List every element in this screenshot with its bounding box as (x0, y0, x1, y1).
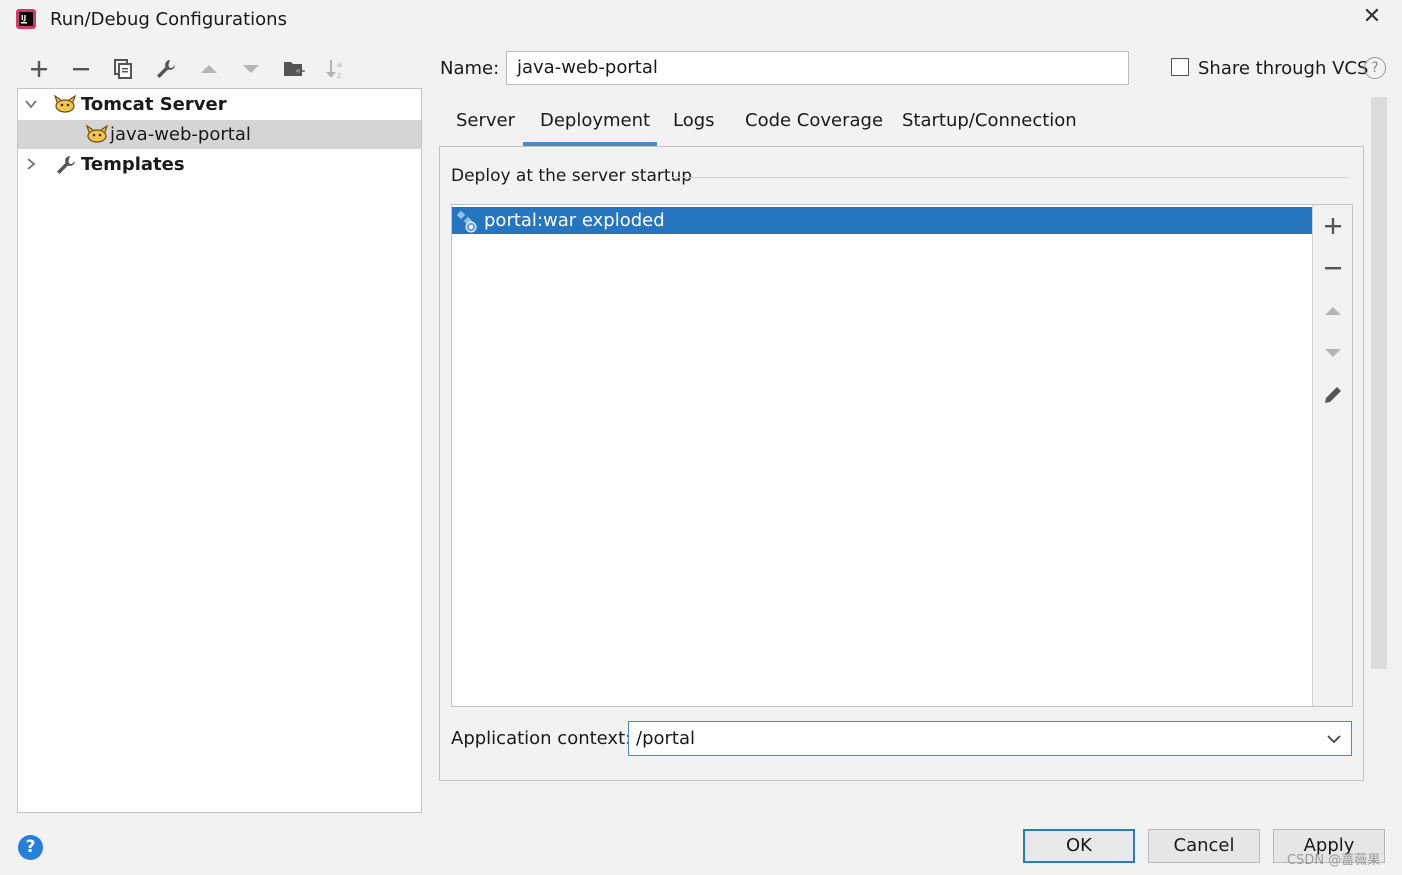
chevron-right-icon[interactable] (24, 155, 38, 176)
copy-icon (114, 59, 132, 79)
tab-server[interactable]: Server (456, 110, 515, 131)
add-artifact-button[interactable] (1321, 214, 1345, 238)
tab-deployment[interactable]: Deployment (540, 110, 650, 131)
deployment-list[interactable] (452, 205, 1313, 706)
add-configuration-button[interactable] (26, 56, 52, 82)
tree-item-label: java-web-portal (110, 124, 251, 145)
app-context-label: Application context: (451, 728, 632, 749)
share-vcs-label[interactable]: Share through VCS (1198, 58, 1368, 79)
remove-artifact-button[interactable] (1321, 256, 1345, 280)
triangle-down-icon (1325, 349, 1341, 357)
new-folder-button[interactable] (281, 56, 307, 82)
remove-configuration-button[interactable] (68, 56, 94, 82)
ok-button[interactable]: OK (1023, 829, 1135, 863)
configuration-tree[interactable]: Tomcat Server java-web-portal Templates (17, 88, 422, 813)
wrench-icon (157, 60, 175, 78)
help-button[interactable]: ? (18, 835, 43, 860)
svg-text:IJ: IJ (21, 14, 26, 22)
tree-item-templates[interactable]: Templates (18, 150, 421, 179)
pencil-icon (1325, 387, 1341, 403)
tree-item-tomcat-server[interactable]: Tomcat Server (18, 90, 421, 119)
move-artifact-up-button[interactable] (1321, 299, 1345, 323)
svg-text:z: z (337, 71, 341, 80)
tree-item-label: Templates (81, 154, 185, 175)
tree-item-java-web-portal[interactable]: java-web-portal (18, 120, 421, 149)
tab-logs[interactable]: Logs (673, 110, 715, 131)
minus-icon (73, 68, 89, 71)
plus-icon (31, 61, 47, 77)
chevron-down-icon[interactable] (24, 95, 38, 116)
move-artifact-down-button[interactable] (1321, 341, 1345, 365)
name-input[interactable]: java-web-portal (506, 51, 1129, 85)
tree-item-label: Tomcat Server (81, 94, 227, 115)
tomcat-icon (53, 94, 77, 119)
chevron-down-icon[interactable] (1324, 729, 1344, 749)
window-title: Run/Debug Configurations (50, 9, 287, 30)
edit-templates-button[interactable] (153, 56, 179, 82)
sort-alphabetically-button[interactable]: az (323, 56, 349, 82)
triangle-up-icon (201, 65, 217, 73)
move-up-button[interactable] (196, 56, 222, 82)
help-icon[interactable]: ? (1364, 57, 1386, 79)
edit-artifact-button[interactable] (1321, 383, 1345, 407)
tab-code-coverage[interactable]: Code Coverage (745, 110, 883, 131)
intellij-app-icon: IJ (16, 9, 36, 29)
triangle-down-icon (243, 65, 259, 73)
section-title: Deploy at the server startup (451, 166, 693, 186)
list-item[interactable]: portal:war exploded (452, 207, 1312, 234)
scrollbar[interactable] (1371, 97, 1387, 669)
minus-icon (1325, 267, 1341, 270)
tomcat-icon (85, 124, 109, 149)
move-down-button[interactable] (238, 56, 264, 82)
copy-configuration-button[interactable] (110, 56, 136, 82)
folder-add-icon (284, 62, 306, 76)
watermark-text: CSDN @蔷薇果 (1287, 853, 1381, 868)
sort-az-icon: az (326, 60, 342, 80)
list-item-label: portal:war exploded (484, 210, 665, 231)
triangle-up-icon (1325, 307, 1341, 315)
tab-startup-connection[interactable]: Startup/Connection (902, 110, 1077, 131)
wrench-icon (55, 154, 77, 181)
section-divider (672, 177, 1349, 178)
artifact-icon (455, 209, 479, 233)
app-context-combobox[interactable]: /portal (628, 721, 1352, 756)
svg-text:a: a (337, 60, 342, 69)
share-vcs-checkbox[interactable] (1171, 58, 1189, 76)
name-label: Name: (440, 58, 500, 79)
plus-icon (1325, 218, 1341, 234)
close-icon[interactable]: ✕ (1361, 6, 1383, 28)
cancel-button[interactable]: Cancel (1148, 829, 1260, 863)
